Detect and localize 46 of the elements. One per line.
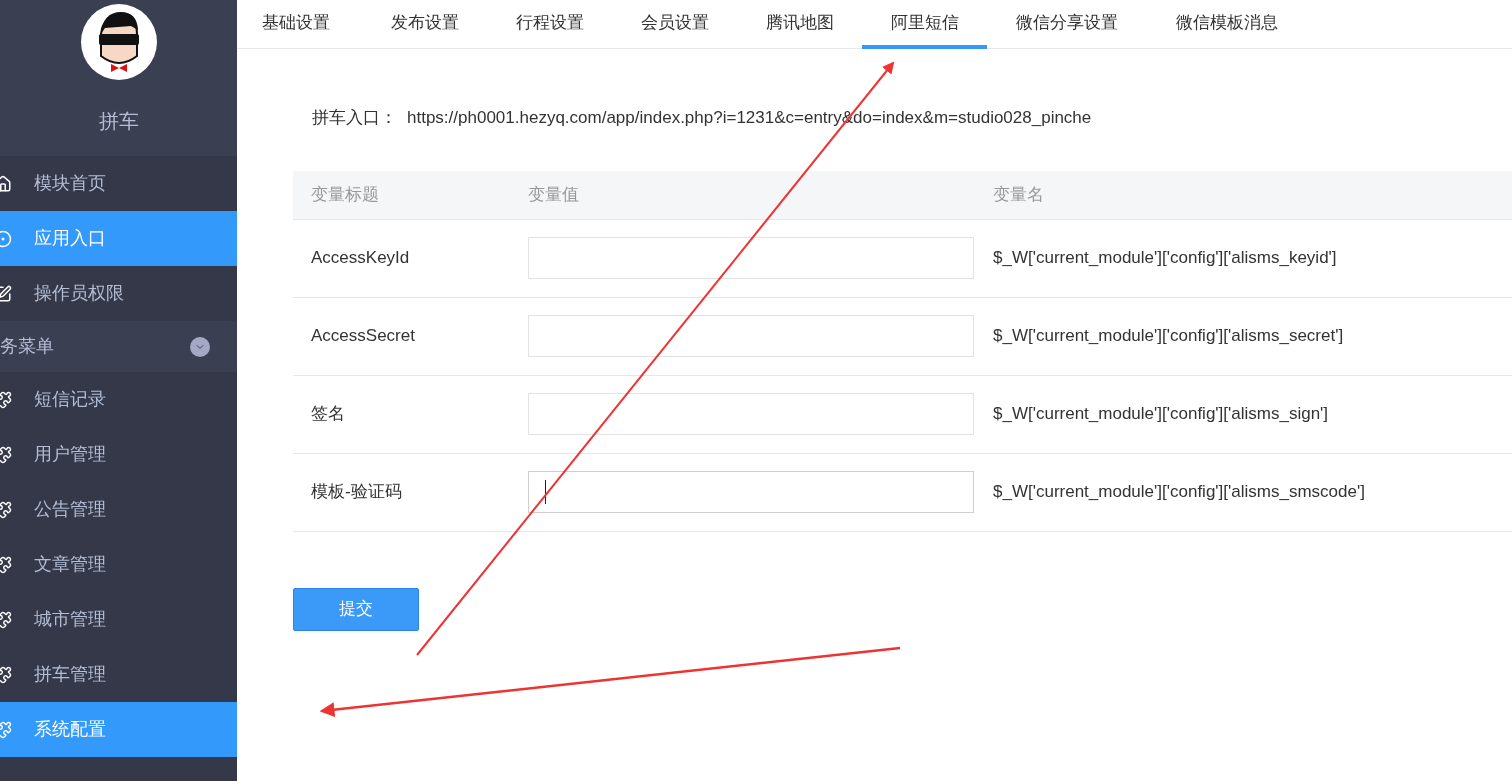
variable-name: $_W['current_module']['config']['alisms_secret'] [993,325,1344,348]
sidebar-item[interactable]: 用户管理 [0,427,237,482]
entry-label: 拼车入口： [312,107,397,129]
tab[interactable]: 阿里短信 [862,0,987,49]
sidebar-item[interactable]: 模块首页 [0,156,237,211]
text-cursor [545,480,546,504]
sidebar-item[interactable]: 城市管理 [0,592,237,647]
menu-icon [0,610,12,629]
chevron-icon [190,336,210,357]
app-title: 拼车 [98,109,139,134]
menu-icon [0,720,12,739]
variable-title: 模板-验证码 [310,481,403,504]
tab[interactable]: 微信分享设置 [987,0,1147,49]
menu-icon [0,665,12,684]
tab[interactable]: 行程设置 [487,0,612,49]
tab[interactable]: 发布设置 [362,0,487,49]
menu-icon [0,390,12,409]
menu-icon [0,284,12,303]
column-header: 变量名 [993,183,1044,206]
sidebar-item[interactable]: 拼车管理 [0,647,237,702]
variable-title: AccessSecret [310,325,416,348]
sidebar-item[interactable]: 公告管理 [0,482,237,537]
input-field[interactable] [528,471,974,513]
sidebar-item[interactable]: 操作员权限 [0,266,237,321]
variable-name: $_W['current_module']['config']['alisms_smscode'] [993,481,1365,504]
input-field[interactable] [528,393,974,435]
column-header: 变量标题 [310,183,380,206]
menu-group-header[interactable]: 务菜单 [0,321,237,372]
tab[interactable]: 会员设置 [612,0,737,49]
sidebar-item[interactable]: 文章管理 [0,537,237,592]
variable-title: 签名 [310,403,346,426]
variable-title: AccessKeyId [310,247,411,270]
sidebar-item[interactable]: 短信记录 [0,372,237,427]
tab[interactable]: 微信模板消息 [1147,0,1307,49]
menu-icon [0,555,12,574]
input-field[interactable] [528,315,974,357]
input-field[interactable] [528,237,974,279]
menu-icon [0,445,12,464]
menu-icon [0,500,12,519]
variable-name: $_W['current_module']['config']['alisms_keyid'] [993,247,1337,270]
tab[interactable]: 腾讯地图 [737,0,862,49]
menu-icon [0,174,12,193]
menu-icon [0,229,12,248]
column-header: 变量值 [528,183,580,206]
variable-name: $_W['current_module']['config']['alisms_sign'] [993,403,1329,426]
tab[interactable]: 基础设置 [262,0,362,49]
